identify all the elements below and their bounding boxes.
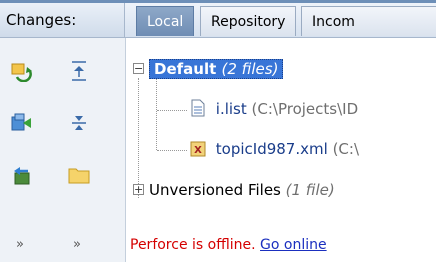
changelist-default-row[interactable]: − Default (2 files) xyxy=(133,56,284,82)
commit-icon xyxy=(11,113,31,131)
changes-tab-bar: Changes: Local Repository Incom xyxy=(0,0,436,38)
refresh-icon xyxy=(11,63,32,82)
group-by-directory-button[interactable] xyxy=(66,162,92,188)
folder-icon xyxy=(68,168,90,184)
tree-guide-default xyxy=(156,78,157,150)
toolbar-overflow-right[interactable]: » xyxy=(73,237,81,252)
collapse-toggle-icon[interactable]: − xyxy=(133,63,144,74)
toolbar-overflow-left[interactable]: » xyxy=(16,237,24,252)
tree-guide-file2 xyxy=(157,150,187,151)
commit-button[interactable] xyxy=(8,110,34,136)
changelist-default-name: Default xyxy=(154,60,217,78)
changelist-default-count: (2 files) xyxy=(221,60,279,78)
file-path: (C:\Projects\ID xyxy=(251,100,359,118)
tab-incoming[interactable]: Incom xyxy=(301,6,436,36)
collapse-all-icon xyxy=(72,116,86,130)
file-name: topicId987.xml xyxy=(215,140,328,158)
changes-tree: − Default (2 files) i.list (C:\Projects\… xyxy=(126,38,436,228)
tab-local[interactable]: Local xyxy=(136,6,195,36)
changelist-default[interactable]: Default (2 files) xyxy=(149,59,284,79)
changes-label: Changes: xyxy=(0,3,125,37)
status-line: Perforce is offline. Go online xyxy=(126,228,436,262)
rollback-button[interactable] xyxy=(8,162,34,188)
file-name: i.list xyxy=(215,100,247,118)
unversioned-files-label: Unversioned Files xyxy=(149,181,281,199)
unversioned-files-row[interactable]: + Unversioned Files (1 file) xyxy=(133,177,335,203)
offline-message: Perforce is offline. xyxy=(130,237,256,253)
file-row[interactable]: X topicId987.xml (C:\ xyxy=(190,136,359,162)
rollback-icon xyxy=(14,167,30,185)
xml-file-icon: X xyxy=(190,141,206,157)
tab-repository[interactable]: Repository xyxy=(200,6,297,36)
file-path: (C:\ xyxy=(332,140,359,158)
text-file-icon xyxy=(191,99,205,117)
file-row[interactable]: i.list (C:\Projects\ID xyxy=(190,96,358,122)
changes-toolbar: » » xyxy=(0,38,126,262)
collapse-all-button[interactable] xyxy=(66,110,92,136)
unversioned-files-count: (1 file) xyxy=(285,181,335,199)
expand-toggle-icon[interactable]: + xyxy=(133,184,144,195)
expand-all-button[interactable] xyxy=(66,58,92,84)
tree-guide-file1 xyxy=(157,110,187,111)
expand-all-icon xyxy=(72,61,86,81)
go-online-link[interactable]: Go online xyxy=(260,237,327,253)
refresh-button[interactable] xyxy=(8,58,34,84)
svg-text:X: X xyxy=(194,145,202,156)
